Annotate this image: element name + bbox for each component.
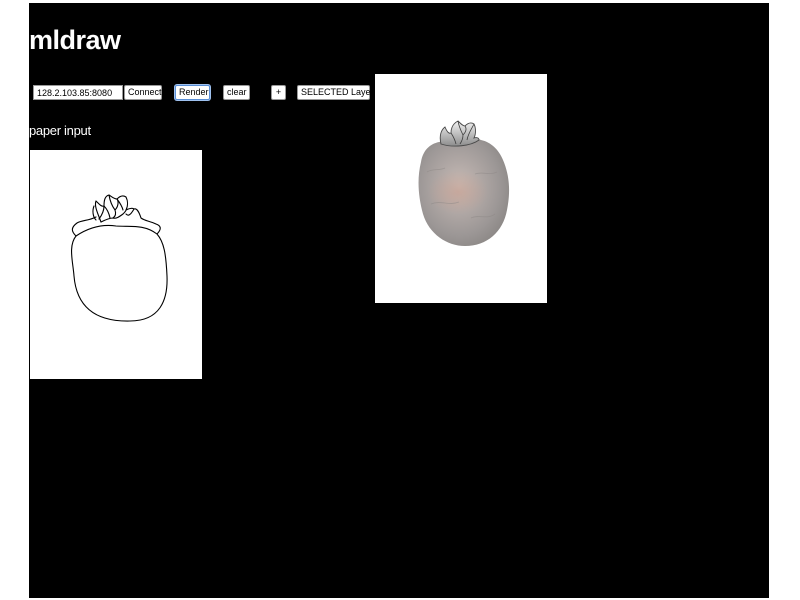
rendered-fruit-image-icon [418,120,510,246]
connect-button[interactable]: Connect [124,85,162,100]
server-address-input[interactable] [33,85,123,100]
render-button[interactable]: Render [175,85,210,100]
render-output-image [375,74,547,303]
clear-button[interactable]: clear [223,85,250,100]
paper-input-label: paper input [29,123,91,138]
app-title: mldraw [29,25,121,55]
app-window: mldraw Connect Render clear + SELECTED L… [29,3,769,598]
fruit-outline-sketch-icon [71,194,168,322]
paper-input-canvas[interactable] [30,150,202,379]
selected-layer-button[interactable]: SELECTED Layer1 [297,85,379,100]
add-layer-button[interactable]: + [271,85,286,100]
